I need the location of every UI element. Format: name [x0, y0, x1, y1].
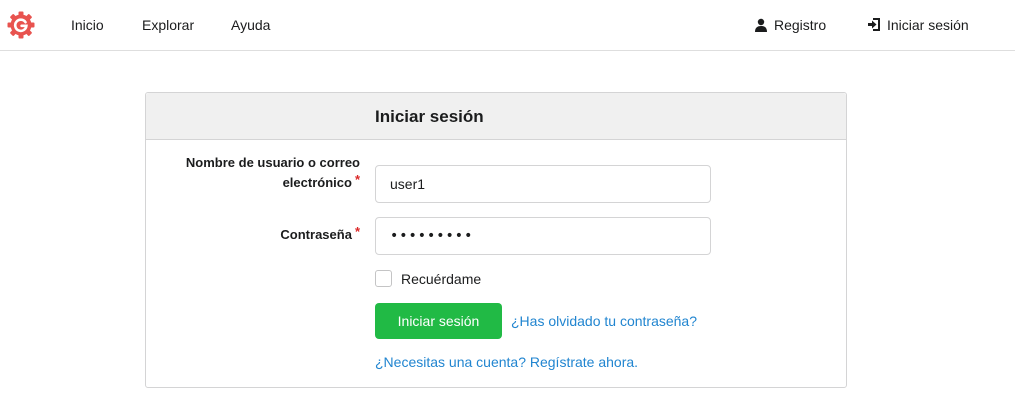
app-logo[interactable] [6, 10, 36, 40]
nav-help[interactable]: Ayuda [231, 0, 270, 50]
remember-checkbox[interactable] [375, 270, 392, 288]
forgot-password-link[interactable]: ¿Has olvidado tu contraseña? [511, 313, 697, 329]
username-label: Nombre de usuario o correo electrónico * [186, 153, 360, 193]
required-mark: * [354, 172, 360, 187]
remember-me[interactable]: Recuérdame [375, 270, 481, 290]
username-label-line1: Nombre de usuario o correo [185, 155, 360, 170]
remember-label: Recuérdame [401, 271, 482, 287]
signin-button[interactable]: Iniciar sesión [375, 303, 502, 339]
sign-in-icon [868, 18, 880, 32]
username-label-line2: electrónico [282, 175, 352, 190]
password-input[interactable] [375, 217, 711, 255]
required-mark: * [354, 224, 360, 239]
nav-register-label: Registro [774, 17, 827, 33]
password-label: Contraseña * [280, 224, 360, 245]
nav-register[interactable]: Registro [754, 0, 826, 50]
password-label-text: Contraseña [280, 227, 352, 242]
nav-home[interactable]: Inicio [71, 0, 104, 50]
top-navbar: Inicio Explorar Ayuda Registro Iniciar s… [0, 0, 1015, 51]
nav-signin-label: Iniciar sesión [887, 17, 969, 33]
login-card: Iniciar sesión Nombre de usuario o corre… [145, 92, 847, 388]
login-title: Iniciar sesión [375, 107, 484, 126]
user-icon [755, 18, 767, 32]
signup-link[interactable]: ¿Necesitas una cuenta? Regístrate ahora. [375, 354, 638, 370]
nav-signin[interactable]: Iniciar sesión [867, 0, 969, 50]
nav-explore[interactable]: Explorar [142, 0, 194, 50]
username-input[interactable] [375, 165, 711, 203]
login-card-header: Iniciar sesión [146, 93, 846, 140]
